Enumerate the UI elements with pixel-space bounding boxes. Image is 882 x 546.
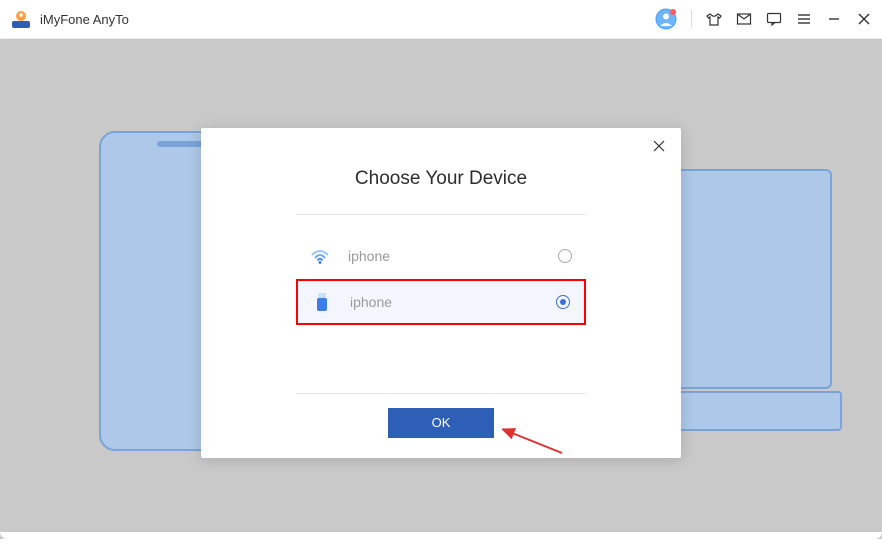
feedback-icon[interactable] xyxy=(766,11,782,27)
user-account-icon[interactable] xyxy=(655,8,677,30)
modal-close-button[interactable] xyxy=(651,140,667,156)
device-label: iphone xyxy=(348,248,558,264)
shirt-icon[interactable] xyxy=(706,11,722,27)
menu-icon[interactable] xyxy=(796,11,812,27)
device-list: iphone iphone xyxy=(296,233,586,325)
radio-checked[interactable] xyxy=(556,295,570,309)
usb-device-icon xyxy=(312,292,332,312)
minimize-icon[interactable] xyxy=(826,11,842,27)
close-icon[interactable] xyxy=(856,11,872,27)
divider xyxy=(296,214,586,215)
modal-title: Choose Your Device xyxy=(201,168,681,190)
app-title: iMyFone AnyTo xyxy=(40,12,655,27)
divider xyxy=(296,393,586,394)
device-label: iphone xyxy=(350,294,556,310)
app-logo-icon xyxy=(10,8,32,30)
radio-unchecked[interactable] xyxy=(558,249,572,263)
content-area: Choose Your Device iphone xyxy=(0,39,882,539)
device-option-wifi[interactable]: iphone xyxy=(296,233,586,279)
choose-device-modal: Choose Your Device iphone xyxy=(201,128,681,458)
ok-button[interactable]: OK xyxy=(388,408,494,438)
bottom-border xyxy=(0,532,882,539)
device-option-usb[interactable]: iphone xyxy=(296,279,586,325)
titlebar-controls xyxy=(655,8,872,30)
divider xyxy=(691,10,692,28)
mail-icon[interactable] xyxy=(736,11,752,27)
modal-footer: OK xyxy=(201,393,681,438)
wifi-icon xyxy=(310,246,330,266)
titlebar: iMyFone AnyTo xyxy=(0,0,882,39)
